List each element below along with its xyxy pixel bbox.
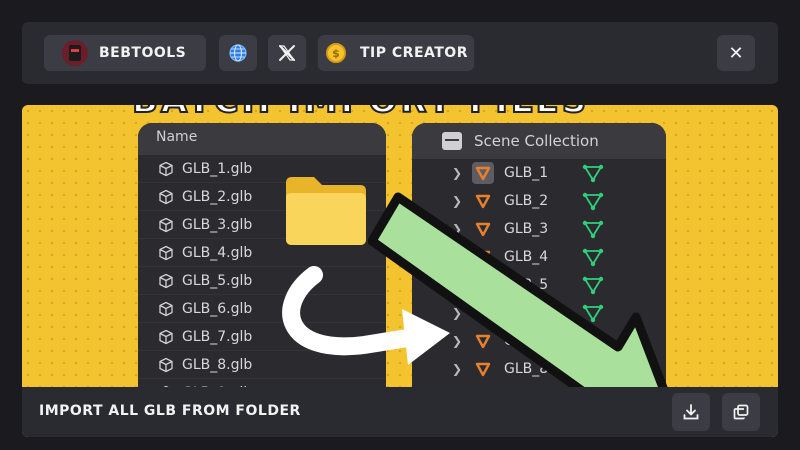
cube-icon [159, 217, 173, 232]
tip-creator-button[interactable]: $ TIP CREATOR [318, 35, 474, 71]
collection-box-icon [442, 132, 462, 150]
globe-icon [229, 44, 247, 62]
cube-icon [159, 189, 173, 204]
x-logo-icon [278, 45, 296, 61]
cube-icon [159, 357, 173, 372]
file-name: GLB_4.glb [182, 244, 253, 261]
x-social-button[interactable] [268, 35, 306, 71]
folder-icon [286, 177, 366, 245]
file-name: GLB_6.glb [182, 300, 253, 317]
addon-title: IMPORT ALL GLB FROM FOLDER [39, 403, 301, 419]
cube-icon [159, 245, 173, 260]
scene-collection-header: Scene Collection [412, 123, 666, 159]
file-name: GLB_5.glb [182, 272, 253, 289]
banner-text: BATCH IMPORT FILES [131, 105, 589, 122]
file-name: GLB_8.glb [182, 356, 253, 373]
download-icon [683, 404, 699, 420]
file-name: GLB_3.glb [182, 216, 253, 233]
scene-collection-label: Scene Collection [474, 132, 599, 150]
tip-creator-label: TIP CREATOR [360, 45, 468, 61]
website-button[interactable] [219, 35, 257, 71]
top-bar: BEBTOOLS $ TIP CREATOR ✕ [22, 22, 778, 84]
file-name: GLB_2.glb [182, 188, 253, 205]
coin-icon: $ [326, 43, 346, 63]
copy-icon [733, 404, 749, 420]
cube-icon [159, 329, 173, 344]
cube-icon [159, 273, 173, 288]
copy-button[interactable] [722, 393, 760, 431]
footer-bar: IMPORT ALL GLB FROM FOLDER [22, 387, 778, 437]
close-icon: ✕ [728, 42, 744, 64]
cube-icon [159, 161, 173, 176]
cube-icon [159, 301, 173, 316]
brand-label: BEBTOOLS [99, 45, 187, 61]
file-name: GLB_1.glb [182, 160, 253, 177]
file-list-header: Name [138, 123, 386, 155]
bebtools-link[interactable]: BEBTOOLS [44, 35, 206, 71]
download-button[interactable] [672, 393, 710, 431]
file-name: GLB_7.glb [182, 328, 253, 345]
avatar-icon [62, 40, 88, 66]
close-button[interactable]: ✕ [717, 35, 755, 71]
